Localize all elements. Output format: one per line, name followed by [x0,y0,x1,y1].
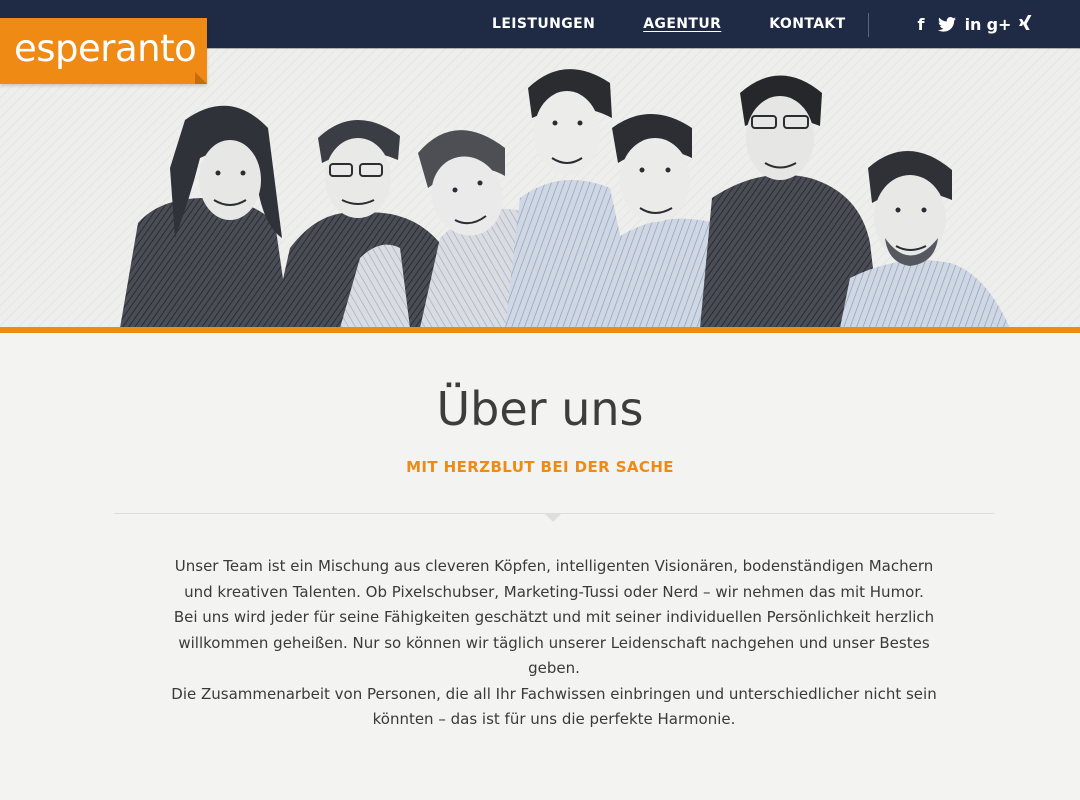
logo-wordmark: esperanto [14,27,197,70]
divider-notch [545,514,561,522]
google-plus-icon[interactable]: g+ [986,15,1012,34]
intro-paragraph-2: Die Zusammenarbeit von Personen, die all… [171,684,937,729]
nav-item-leistungen[interactable]: LEISTUNGEN [492,16,595,32]
hero-accent-bar [0,327,1080,333]
page-subtitle: MIT HERZBLUT BEI DER SACHE [406,458,674,476]
nav-item-kontakt[interactable]: KONTAKT [769,16,845,32]
logo-fold-corner [195,72,207,84]
intro-text: Unser Team ist ein Mischung aus cleveren… [170,554,938,733]
twitter-icon[interactable] [934,16,960,32]
social-links: f in g+ [908,0,1038,48]
intro-paragraph-1: Unser Team ist ein Mischung aus cleveren… [173,557,935,677]
main-menu: LEISTUNGEN AGENTUR KONTAKT [468,0,870,48]
nav-item-agentur[interactable]: AGENTUR [643,16,721,32]
xing-icon[interactable] [1012,15,1038,33]
esperanto-logo[interactable]: esperanto [0,18,207,84]
page-title: Über uns [436,382,644,436]
facebook-icon[interactable]: f [908,15,934,34]
team-sketch-image [120,69,1010,328]
nav-separator [868,13,869,37]
linkedin-icon[interactable]: in [960,15,986,34]
team-hero-illustration [0,48,1080,328]
